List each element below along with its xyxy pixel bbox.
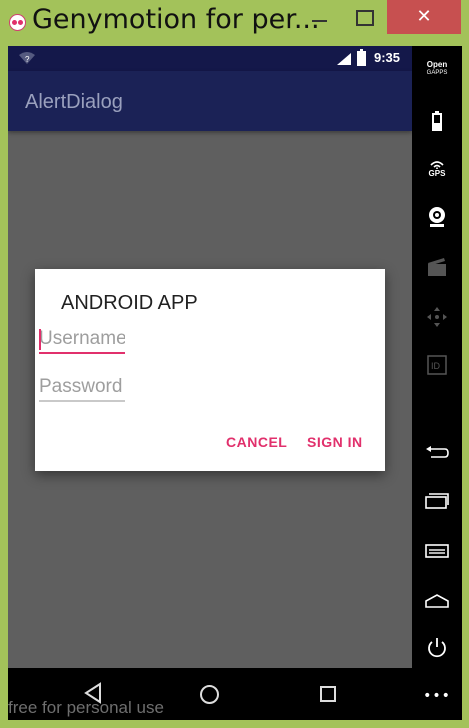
sign-in-button[interactable]: SIGN IN <box>307 434 363 450</box>
minimize-button[interactable] <box>298 0 342 34</box>
webcam-widget-icon[interactable] <box>412 204 462 230</box>
home-icon[interactable] <box>200 685 219 704</box>
wifi-icon: ? <box>19 52 35 64</box>
dpad-widget-icon[interactable] <box>412 304 462 330</box>
status-clock: 9:35 <box>374 50 401 65</box>
battery-widget-icon[interactable] <box>412 108 462 134</box>
more-options-icon[interactable]: ••• <box>412 686 462 706</box>
status-bar: ? 9:35 <box>8 46 412 71</box>
dialog-title: ANDROID APP <box>61 292 198 314</box>
window-title: Genymotion for per... <box>32 4 320 35</box>
login-dialog: ANDROID APP CANCEL SIGN IN <box>35 269 385 471</box>
capture-widget-icon[interactable] <box>412 254 462 280</box>
cancel-button[interactable]: CANCEL <box>226 434 287 450</box>
genymotion-sidebar: Open GAPPS GPS ID ••• <box>412 46 462 720</box>
open-gapps-icon[interactable]: Open GAPPS <box>412 60 462 78</box>
app-bar: AlertDialog <box>8 71 412 131</box>
window-titlebar: Genymotion for per... ✕ <box>0 0 469 44</box>
menu-sidebar-icon[interactable] <box>412 538 462 564</box>
password-field[interactable] <box>39 374 125 402</box>
back-button-icon[interactable] <box>412 440 462 466</box>
recent-apps-sidebar-icon[interactable] <box>412 488 462 514</box>
maximize-button[interactable] <box>342 0 386 34</box>
gapps-label-top: Open <box>426 60 448 69</box>
genymotion-app-icon <box>9 14 26 31</box>
power-sidebar-icon[interactable] <box>412 635 462 661</box>
device-id-label: ID <box>431 361 441 371</box>
username-input[interactable] <box>39 326 125 352</box>
app-bar-title: AlertDialog <box>25 91 123 113</box>
gapps-label-bottom: GAPPS <box>426 70 448 76</box>
wifi-badge: ? <box>25 55 30 64</box>
gps-label: GPS <box>428 169 446 178</box>
recent-apps-icon[interactable] <box>320 686 336 702</box>
close-button[interactable]: ✕ <box>387 0 461 34</box>
home-sidebar-icon[interactable] <box>412 588 462 614</box>
signal-icon <box>337 53 351 65</box>
device-id-widget-icon[interactable]: ID <box>412 352 462 378</box>
watermark-text: free for personal use <box>8 698 164 717</box>
close-icon: ✕ <box>416 6 432 27</box>
gps-widget-icon[interactable]: GPS <box>412 156 462 182</box>
username-field[interactable] <box>39 326 125 354</box>
text-cursor <box>39 329 41 350</box>
device-screen: ? 9:35 AlertDialog ANDROID APP CANCEL SI… <box>8 46 412 668</box>
battery-icon <box>357 49 366 66</box>
password-input[interactable] <box>39 374 125 400</box>
